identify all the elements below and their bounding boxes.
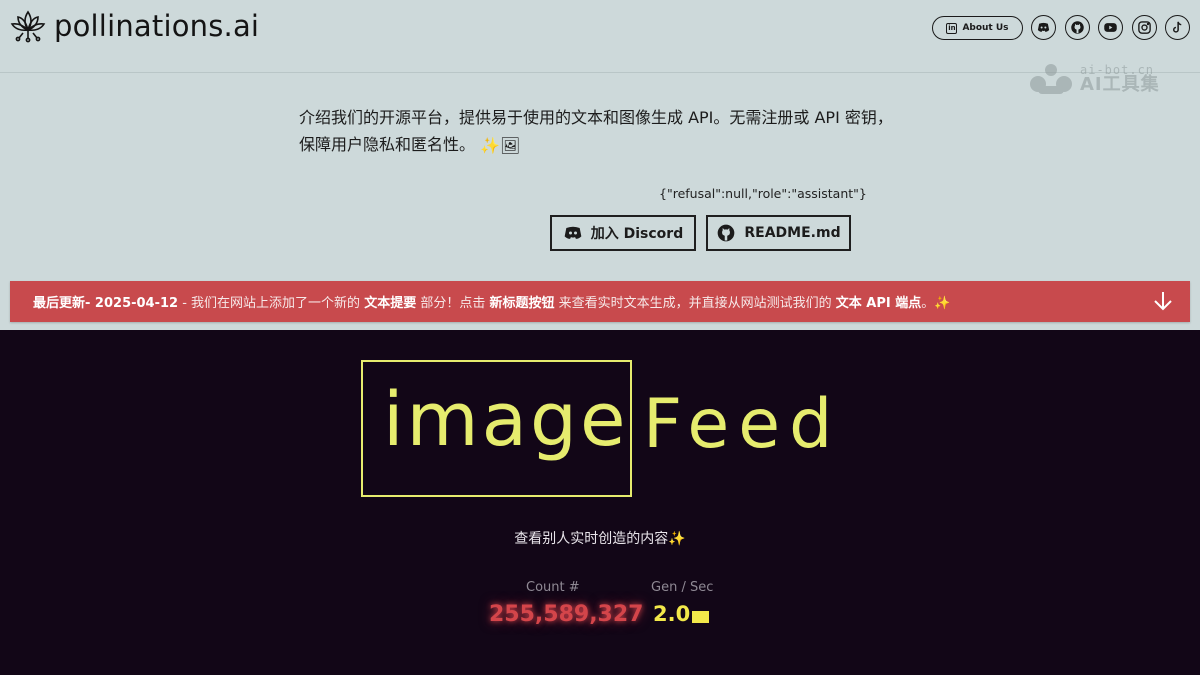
banner-text-feed: 文本提要 [364,296,417,311]
instagram-icon [1138,21,1151,34]
brand-logo[interactable]: pollinations.ai [10,8,259,44]
intro-text: 介绍我们的开源平台，提供易于使用的文本和图像生成 API。无需注册或 API 密… [299,104,899,159]
feed-subtitle: 查看别人实时创造的内容✨ [514,531,686,547]
brand-name: pollinations.ai [54,9,260,43]
header-divider [0,72,1200,73]
banner-text-api: 文本 API 端点 [835,296,922,311]
gen-rate-indicator [692,611,709,623]
github-icon [1071,21,1084,34]
update-banner[interactable]: 最后更新- 2025-04-12 - 我们在网站上添加了一个新的 文本提要 部分… [10,281,1190,322]
watermark-bottom-text: AI工具集 [1080,74,1160,95]
youtube-icon [1104,23,1117,32]
banner-text-3: 来查看实时文本生成，并直接从网站测试我们的 [554,296,836,311]
watermark: ai-bot.cn AI工具集 [1028,62,1160,96]
linkedin-icon: in [946,22,958,34]
banner-text: 最后更新- 2025-04-12 - 我们在网站上添加了一个新的 文本提要 部分… [33,292,950,311]
gen-per-sec-label: Gen / Sec [651,580,714,595]
readme-button[interactable]: README.md [706,215,851,251]
count-value: 255,589,327 [489,602,644,627]
about-us-label: About Us [962,23,1009,33]
banner-new-title-button: 新标题按钮 [489,296,555,311]
raw-response-text: {"refusal":null,"role":"assistant"} [659,186,867,201]
join-discord-button[interactable]: 加入 Discord [550,215,696,251]
gen-per-sec-value: 2.0 [653,602,691,626]
banner-text-4: 。✨ [921,296,951,311]
sparkle-picture-emoji: ✨🖼 [480,136,521,155]
discord-icon [564,226,582,239]
discord-link[interactable] [1031,15,1056,40]
tiktok-link[interactable] [1165,15,1190,40]
banner-date: - 2025-04-12 [85,296,179,311]
join-discord-label: 加入 Discord [590,226,684,242]
about-us-button[interactable]: in About Us [932,16,1023,40]
count-label: Count # [526,580,580,595]
feed-title-image[interactable]: image [383,377,629,463]
youtube-link[interactable] [1098,15,1123,40]
banner-text-2: 部分！点击 [416,296,490,311]
github-icon [718,224,735,242]
arrow-down-icon[interactable] [1152,290,1174,312]
discord-icon [1037,22,1050,32]
tiktok-icon [1173,21,1182,33]
banner-text-1: - 我们在网站上添加了一个新的 [178,296,365,311]
github-link[interactable] [1065,15,1090,40]
watermark-logo-icon [1030,64,1072,94]
readme-label: README.md [744,225,841,241]
intro-description: 介绍我们的开源平台，提供易于使用的文本和图像生成 API。无需注册或 API 密… [299,108,893,154]
instagram-link[interactable] [1132,15,1157,40]
feed-title-feed: Feed [643,385,842,464]
lotus-logo-icon [10,10,46,43]
banner-last-update: 最后更新 [33,296,86,311]
